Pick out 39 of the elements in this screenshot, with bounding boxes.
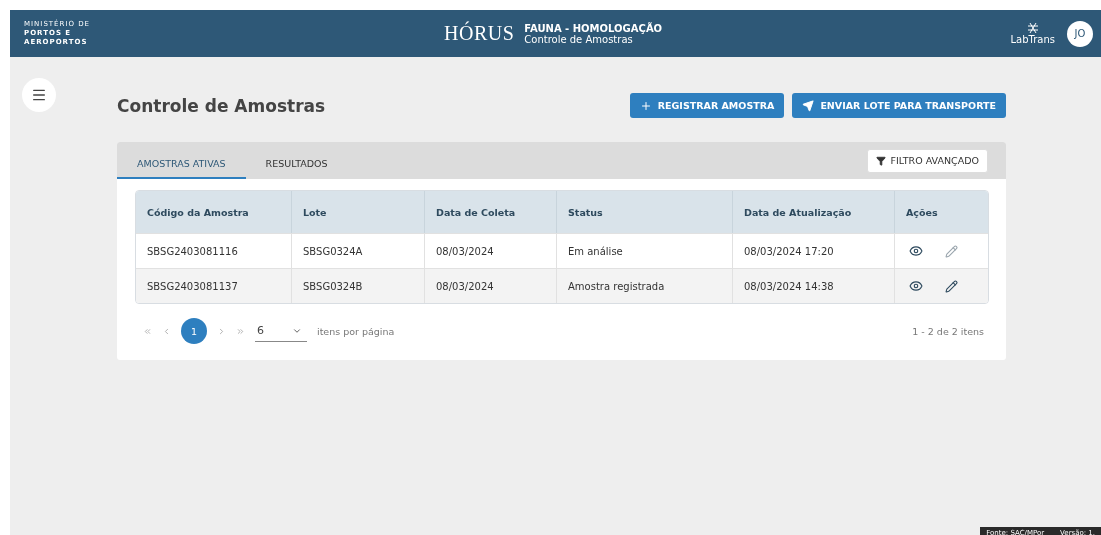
menu-button[interactable] xyxy=(22,78,56,112)
table-cell: 08/03/2024 xyxy=(424,269,556,303)
app-subtitle: Controle de Amostras xyxy=(524,33,633,45)
page-button[interactable]: 1 xyxy=(181,318,207,344)
table-cell: SBSG0324B xyxy=(291,269,424,303)
register-sample-button[interactable]: REGISTRAR AMOSTRA xyxy=(629,93,785,118)
column-header: Código da Amostra xyxy=(146,205,250,220)
eye-icon xyxy=(909,279,923,293)
next-page-icon[interactable] xyxy=(217,326,226,336)
filter-icon xyxy=(875,155,886,166)
user-avatar[interactable]: JO xyxy=(1067,20,1093,47)
tab[interactable]: AMOSTRAS ATIVAS xyxy=(117,149,246,179)
page-size-select[interactable]: 6 xyxy=(255,320,307,342)
table-cell-text: SBSG2403081116 xyxy=(146,244,239,259)
last-page-icon[interactable] xyxy=(236,326,245,336)
tab[interactable]: RESULTADOS xyxy=(245,149,348,179)
table-cell: Amostra registrada xyxy=(556,269,732,303)
plus-icon xyxy=(639,99,652,112)
page-title: Controle de Amostras xyxy=(117,95,326,116)
table-cell-text: SBSG2403081137 xyxy=(146,279,239,294)
menu-icon xyxy=(31,87,47,103)
send-batch-button[interactable]: ENVIAR LOTE PARA TRANSPORTE xyxy=(792,93,1006,118)
send-icon xyxy=(802,99,815,112)
pencil-icon xyxy=(945,244,958,258)
eye-icon xyxy=(909,244,923,258)
view-button[interactable] xyxy=(909,244,923,258)
partner-logo-icon xyxy=(1026,22,1039,34)
app-logo: HÓRUS xyxy=(444,22,515,45)
advanced-filter-button[interactable]: FILTRO AVANÇADO xyxy=(866,148,988,173)
edit-button[interactable] xyxy=(945,279,958,293)
app-title: FAUNA - HOMOLOGAÇÃO xyxy=(524,22,663,34)
previous-page-icon[interactable] xyxy=(162,326,171,336)
pencil-icon xyxy=(945,279,958,293)
view-button[interactable] xyxy=(909,279,923,293)
items-summary: 1 - 2 de 2 itens xyxy=(912,325,984,337)
partner-logo-text: LabTrans xyxy=(1010,34,1055,45)
first-page-icon[interactable] xyxy=(143,326,152,336)
table-cell: 08/03/2024 14:38 xyxy=(732,269,894,303)
page-size-label: itens por página xyxy=(317,325,395,337)
